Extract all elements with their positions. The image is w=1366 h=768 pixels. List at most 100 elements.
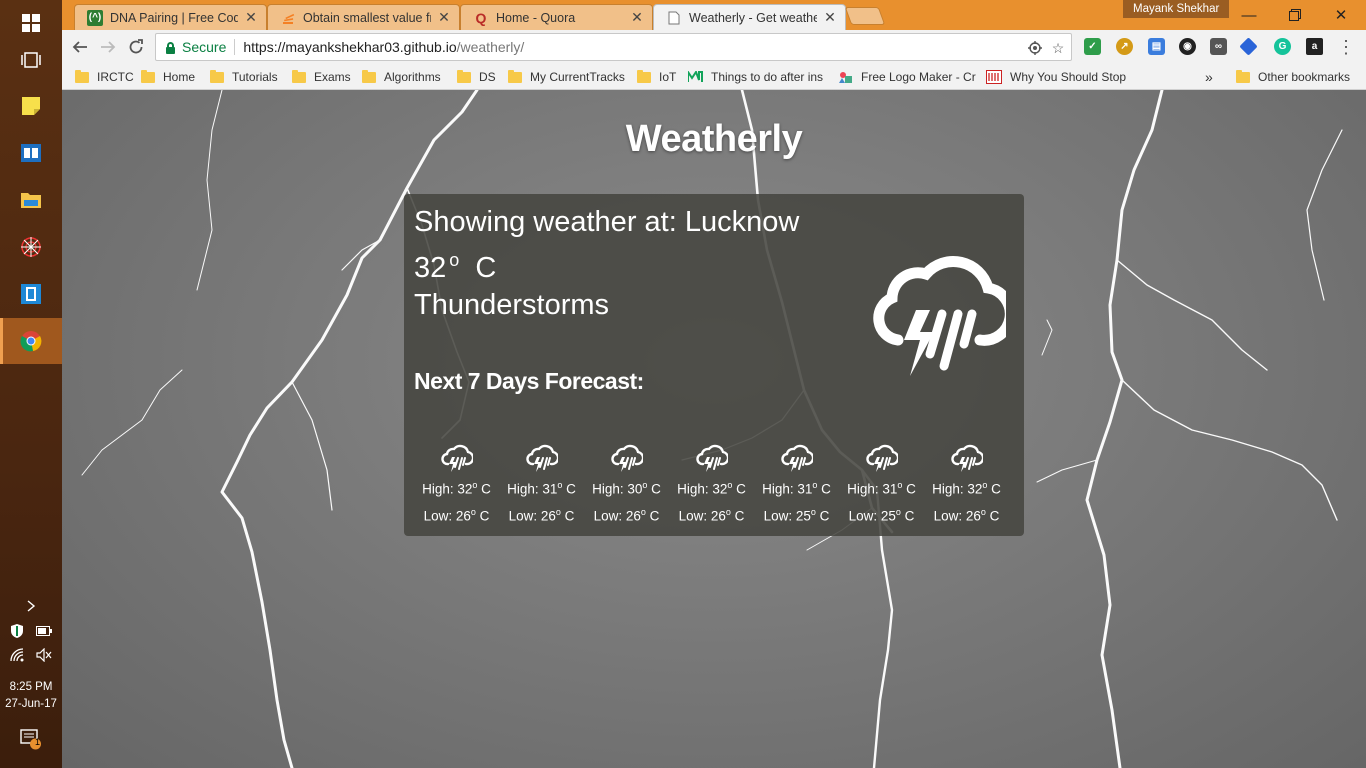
show-hidden-icons-button[interactable]: [0, 597, 62, 615]
battery-icon[interactable]: [36, 626, 52, 636]
folder-icon: [292, 69, 306, 83]
windows-logo-icon: [22, 14, 40, 32]
reload-button[interactable]: [124, 35, 148, 59]
address-bar[interactable]: Secure https://mayankshekhar03.github.io…: [155, 33, 1072, 61]
current-temperature: 32 o C: [414, 250, 496, 285]
spider-app-button[interactable]: [0, 224, 62, 270]
amazon-icon[interactable]: a: [1306, 38, 1323, 55]
tab-close-icon[interactable]: ✕: [437, 9, 451, 26]
bookmark-label: IoT: [659, 70, 677, 84]
sticky-notes-button[interactable]: [0, 83, 62, 129]
other-bookmarks[interactable]: Other bookmarks: [1236, 68, 1350, 86]
small-thunderstorm-icon: [695, 444, 728, 472]
tab-quora[interactable]: Q Home - Quora ✕: [460, 4, 653, 30]
weatherly-page: Weatherly Showing weather at: Lucknow 32…: [62, 90, 1366, 768]
forecast-low: Low: 26: [593, 508, 641, 523]
bookmark-label: Tutorials: [232, 70, 278, 84]
thunderstorm-icon: [873, 256, 1006, 376]
diamond-extension-icon[interactable]: [1239, 37, 1258, 56]
forecast-unit: C: [566, 481, 576, 497]
wifi-icon[interactable]: [10, 648, 26, 662]
app-button[interactable]: [0, 271, 62, 317]
bookmark-star-icon[interactable]: ☆: [1049, 39, 1067, 57]
close-window-button[interactable]: ✕: [1318, 0, 1364, 30]
restore-button[interactable]: [1272, 0, 1318, 30]
more-bookmarks-button[interactable]: »: [1205, 68, 1213, 86]
windows-taskbar: 8:25 PM 27-Jun-17 1: [0, 0, 62, 768]
forecast-unit: C: [906, 481, 916, 497]
forecast-high: High: 30: [592, 481, 643, 497]
reader-app-button[interactable]: [0, 130, 62, 176]
browser-toolbar: Secure https://mayankshekhar03.github.io…: [62, 30, 1366, 64]
shield-extension-icon[interactable]: ✓: [1084, 38, 1101, 55]
bookmark-things-to-do[interactable]: Things to do after ins: [688, 68, 823, 86]
chrome-icon: [20, 331, 42, 352]
forecast-list: High: 32o C Low: 26o C High: 31o C Low: …: [414, 442, 1014, 528]
forecast-high: High: 32: [932, 481, 983, 497]
bookmark-why-you-should-stop[interactable]: Why You Should Stop: [986, 68, 1126, 86]
forecast-low: Low: 26: [423, 508, 471, 523]
bookmark-iot[interactable]: IoT: [637, 68, 676, 86]
chrome-menu-button[interactable]: ⋮: [1334, 35, 1358, 59]
tab-dna-pairing[interactable]: (^) DNA Pairing | Free Code ✕: [74, 4, 267, 30]
browser-titlebar: (^) DNA Pairing | Free Code ✕ Obtain sma…: [62, 0, 1366, 30]
cursor-extension-icon[interactable]: ↗: [1116, 38, 1133, 55]
action-center-button[interactable]: 1: [0, 728, 62, 750]
grammarly-icon[interactable]: G: [1274, 38, 1291, 55]
forward-button[interactable]: [96, 35, 120, 59]
url-path: /weatherly/: [456, 39, 525, 55]
tab-weatherly[interactable]: Weatherly - Get weather ✕: [653, 4, 846, 30]
forecast-low: Low: 26: [933, 508, 981, 523]
spider-web-icon: [21, 237, 41, 257]
small-thunderstorm-icon: [440, 444, 473, 472]
forecast-high: High: 32: [422, 481, 473, 497]
bookmark-tutorials[interactable]: Tutorials: [210, 68, 278, 86]
profile-button[interactable]: Mayank Shekhar: [1123, 0, 1230, 18]
forecast-high: High: 31: [507, 481, 558, 497]
forecast-low: Low: 25: [763, 508, 811, 523]
page-icon: [666, 10, 682, 26]
taskbar-clock[interactable]: 8:25 PM 27-Jun-17: [0, 679, 62, 713]
folder-icon: [141, 69, 155, 83]
bookmark-exams[interactable]: Exams: [292, 68, 351, 86]
location-target-icon[interactable]: [1026, 39, 1044, 57]
dark-circle-extension-icon[interactable]: ◉: [1179, 38, 1196, 55]
docs-extension-icon[interactable]: ▤: [1148, 38, 1165, 55]
blue-app-icon: [21, 284, 41, 304]
bookmark-label: Algorithms: [384, 70, 441, 84]
task-view-button[interactable]: [0, 37, 62, 83]
minimize-button[interactable]: —: [1226, 0, 1272, 30]
tab-label: Home - Quora: [496, 10, 576, 25]
defender-shield-icon[interactable]: [10, 624, 24, 638]
bookmark-irctc[interactable]: IRCTC: [75, 68, 134, 86]
small-thunderstorm-icon: [525, 444, 558, 472]
file-explorer-button[interactable]: [0, 176, 62, 222]
forecast-unit: C: [819, 508, 830, 523]
minimize-icon: —: [1241, 6, 1257, 24]
new-tab-button[interactable]: [844, 7, 886, 25]
volume-muted-icon[interactable]: [36, 648, 52, 662]
tab-close-icon[interactable]: ✕: [630, 9, 644, 26]
bookmark-label: DS: [479, 70, 496, 84]
clock-date: 27-Jun-17: [5, 698, 57, 710]
forecast-high: High: 31: [847, 481, 898, 497]
tray-row-2: [0, 646, 62, 664]
bookmark-free-logo-maker[interactable]: Free Logo Maker - Cr: [839, 68, 976, 86]
tab-close-icon[interactable]: ✕: [823, 9, 837, 26]
bookmark-label: Home: [163, 70, 196, 84]
back-button[interactable]: [68, 35, 92, 59]
bookmark-algorithms[interactable]: Algorithms: [362, 68, 441, 86]
tab-stackoverflow[interactable]: Obtain smallest value fro ✕: [267, 4, 460, 30]
forecast-unit: C: [649, 508, 660, 523]
bookmark-home[interactable]: Home: [141, 68, 195, 86]
tab-close-icon[interactable]: ✕: [244, 9, 258, 26]
chrome-taskbar-button[interactable]: [0, 318, 62, 364]
stackoverflow-icon: [280, 10, 296, 26]
bookmark-ds[interactable]: DS: [457, 68, 496, 86]
bookmark-page-icon: [986, 70, 1002, 84]
clock-time: 8:25 PM: [9, 681, 53, 693]
bookmark-my-currenttracks[interactable]: My CurrentTracks: [508, 68, 625, 86]
incognito-extension-icon[interactable]: ∞: [1210, 38, 1227, 55]
location-heading: Showing weather at: Lucknow: [414, 206, 800, 238]
small-thunderstorm-icon: [950, 444, 983, 472]
